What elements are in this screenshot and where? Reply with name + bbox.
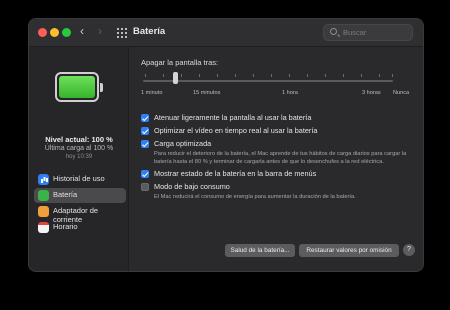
- slider-tick: [271, 74, 272, 77]
- last-charge-time: hoy 10:39: [65, 154, 93, 160]
- checkbox-checked[interactable]: [141, 127, 149, 135]
- option-label: Carga optimizada: [154, 139, 212, 148]
- slider-tick: [181, 74, 182, 77]
- slider-tick: [217, 74, 218, 77]
- restore-defaults-button[interactable]: Restaurar valores por omisión: [299, 244, 399, 257]
- battery-icon: [38, 190, 49, 201]
- battery-level-text: Nivel actual: 100 %: [45, 135, 113, 144]
- sidebar-item-label: Batería: [53, 190, 78, 199]
- back-button[interactable]: ‹: [80, 24, 84, 38]
- power-adapter-icon: [38, 206, 49, 217]
- checkbox-checked[interactable]: [141, 170, 149, 178]
- slider-tick: [307, 74, 308, 77]
- preferences-window: ‹ › Batería Buscar Nivel actual: 100 % Ú…: [28, 18, 424, 272]
- display-off-label: Apagar la pantalla tras:: [141, 58, 219, 67]
- slider-tick: [253, 74, 254, 77]
- option-label: Atenuar ligeramente la pantalla al usar …: [154, 113, 312, 122]
- option-label: Optimizar el vídeo en tiempo real al usa…: [154, 126, 318, 135]
- slider-tick: [343, 74, 344, 77]
- slider-tick: [163, 74, 164, 77]
- sidebar-item-schedule[interactable]: Horario: [34, 220, 126, 235]
- battery-tip: [100, 83, 103, 92]
- sidebar-item-label: Horario: [53, 222, 78, 231]
- sidebar-item-battery[interactable]: Batería: [34, 188, 126, 203]
- search-placeholder: Buscar: [343, 28, 367, 37]
- close-button[interactable]: [38, 28, 47, 37]
- low-power-description: El Mac reducirá el consumo de energía pa…: [154, 194, 356, 200]
- display-off-slider[interactable]: [143, 80, 393, 82]
- slider-label-3h: 3 horas: [362, 90, 381, 96]
- sidebar-item-power-adapter[interactable]: Adaptador de corriente: [34, 204, 126, 224]
- sidebar-item-usage-history[interactable]: Historial de uso: [34, 172, 126, 187]
- zoom-button[interactable]: [62, 28, 71, 37]
- usage-history-icon: [38, 174, 49, 185]
- slider-tick: [235, 74, 236, 77]
- slider-label-1h: 1 hora: [282, 90, 298, 96]
- search-icon: [330, 28, 337, 35]
- minimize-button[interactable]: [50, 28, 59, 37]
- slider-tick: [361, 74, 362, 77]
- search-field[interactable]: Buscar: [323, 24, 413, 41]
- slider-label-1min: 1 minuto: [141, 90, 163, 96]
- checkbox-unchecked[interactable]: [141, 183, 149, 191]
- checkbox-checked[interactable]: [141, 140, 149, 148]
- slider-label-never: Nunca: [393, 90, 410, 96]
- help-button[interactable]: ?: [403, 244, 415, 256]
- battery-health-button[interactable]: Salud de la batería...: [225, 244, 295, 257]
- slider-tick: [379, 74, 380, 77]
- battery-fill: [59, 76, 95, 98]
- display-off-slider-knob[interactable]: [173, 72, 178, 84]
- option-label: Modo de bajo consumo: [154, 182, 230, 191]
- option-label: Mostrar estado de la batería en la barra…: [154, 169, 317, 178]
- battery-settings-pane: Apagar la pantalla tras: 1 minuto 15 min…: [129, 47, 423, 271]
- slider-tick: [392, 74, 393, 77]
- window-title: Batería: [133, 26, 166, 37]
- sidebar-item-label: Historial de uso: [53, 174, 105, 183]
- slider-tick: [199, 74, 200, 77]
- slider-tick: [289, 74, 290, 77]
- title-bar: ‹ › Batería Buscar: [29, 19, 423, 47]
- optimized-charging-description: Para reducir el deterioro de la batería,…: [154, 151, 407, 165]
- slider-label-15min: 15 minutos: [193, 90, 221, 96]
- calendar-icon: [38, 222, 49, 233]
- forward-button[interactable]: ›: [98, 24, 102, 38]
- sidebar: Nivel actual: 100 % Última carga al 100 …: [29, 47, 129, 271]
- checkbox-checked[interactable]: [141, 114, 149, 122]
- last-charge-text: Última carga al 100 %: [44, 145, 114, 152]
- slider-tick: [145, 74, 146, 77]
- slider-tick: [325, 74, 326, 77]
- battery-level-icon: [55, 72, 103, 102]
- show-all-icon[interactable]: [117, 28, 127, 38]
